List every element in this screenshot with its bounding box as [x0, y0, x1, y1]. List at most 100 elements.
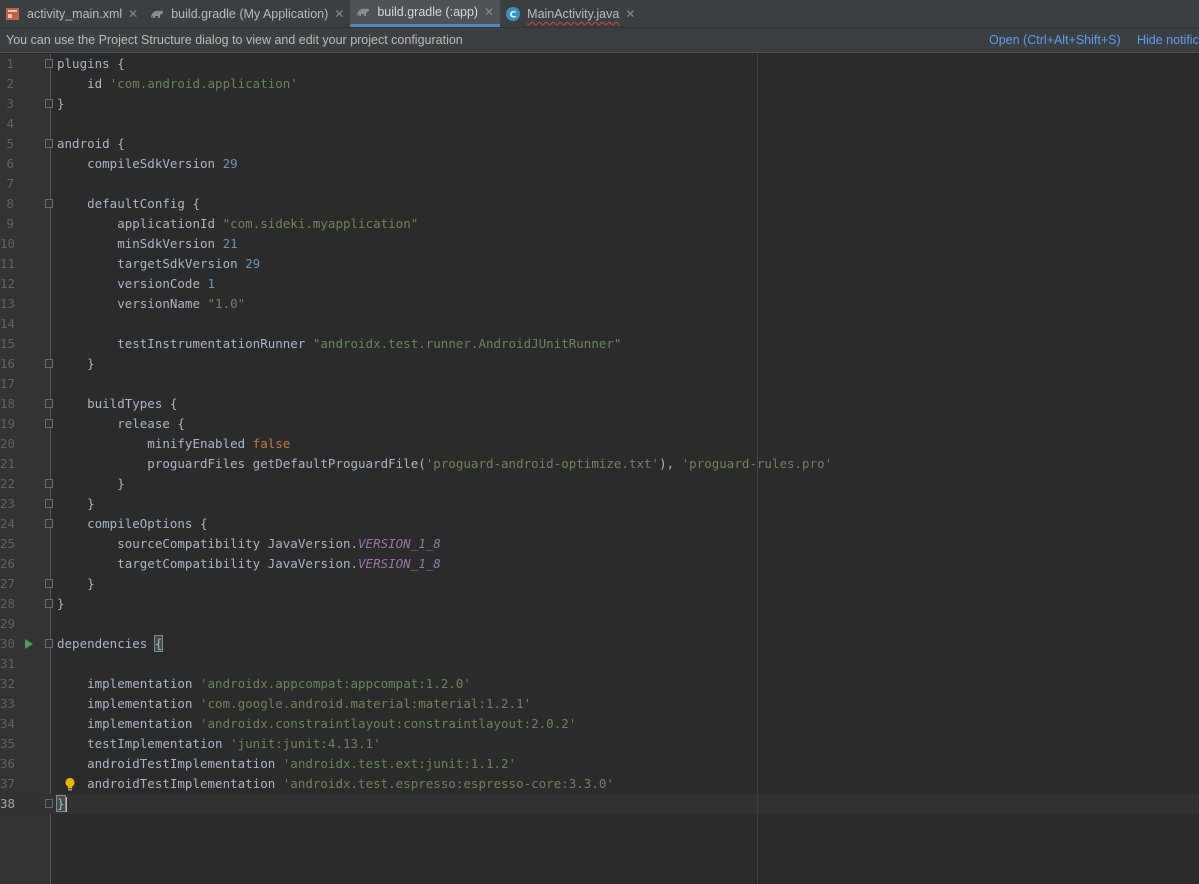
fold-marker-icon[interactable] [45, 479, 53, 488]
code-line: 27 } [0, 574, 1199, 594]
code-line: 17 [0, 374, 1199, 394]
code-text: versionCode 1 [57, 276, 216, 291]
tab-label: MainActivity.java [527, 6, 620, 21]
line-number: 1 [6, 56, 14, 71]
line-number: 13 [0, 296, 16, 311]
code-text: androidTestImplementation 'androidx.test… [57, 776, 614, 791]
tab-activity-main-xml[interactable]: activity_main.xml ✕ [0, 0, 144, 27]
tab-build-gradle-project[interactable]: build.gradle (My Application) ✕ [144, 0, 350, 27]
code-text: } [57, 596, 65, 611]
code-text: minifyEnabled false [57, 436, 291, 451]
code-line: 28} [0, 594, 1199, 614]
line-number: 35 [0, 736, 16, 751]
code-text: } [57, 96, 65, 111]
fold-marker-icon[interactable] [45, 359, 53, 368]
code-line: 16 } [0, 354, 1199, 374]
code-text: compileSdkVersion 29 [57, 156, 238, 171]
tab-build-gradle-app[interactable]: build.gradle (:app) ✕ [350, 0, 501, 27]
code-line: 8 defaultConfig { [0, 194, 1199, 214]
line-number: 15 [0, 336, 16, 351]
code-line: 34 implementation 'androidx.constraintla… [0, 714, 1199, 734]
fold-marker-icon[interactable] [45, 579, 53, 588]
code-text: sourceCompatibility JavaVersion.VERSION_… [57, 536, 441, 551]
line-number: 23 [0, 496, 16, 511]
line-number: 4 [6, 116, 14, 131]
code-text: } [56, 795, 67, 812]
gradle-icon [355, 4, 371, 20]
close-icon[interactable]: ✕ [625, 7, 635, 21]
code-line: 19 release { [0, 414, 1199, 434]
fold-marker-icon[interactable] [45, 199, 53, 208]
fold-marker-icon[interactable] [45, 419, 53, 428]
code-text: versionName "1.0" [57, 296, 246, 311]
hide-notification-link[interactable]: Hide notific [1137, 33, 1199, 47]
code-line: 11 targetSdkVersion 29 [0, 254, 1199, 274]
fold-marker-icon[interactable] [45, 139, 53, 148]
code-text: } [57, 496, 95, 511]
fold-marker-icon[interactable] [45, 499, 53, 508]
code-text: proguardFiles getDefaultProguardFile('pr… [57, 456, 833, 471]
code-text: testInstrumentationRunner "androidx.test… [57, 336, 622, 351]
code-line: 32 implementation 'androidx.appcompat:ap… [0, 674, 1199, 694]
line-number: 17 [0, 376, 16, 391]
line-number: 5 [6, 136, 14, 151]
code-text: implementation 'com.google.android.mater… [57, 696, 532, 711]
line-number: 21 [0, 456, 16, 471]
code-line: 30 dependencies { [0, 634, 1199, 654]
code-line: 5 android { [0, 134, 1199, 154]
fold-marker-icon[interactable] [45, 519, 53, 528]
editor-tab-bar: activity_main.xml ✕ build.gradle (My App… [0, 0, 1199, 28]
code-line: 4 [0, 114, 1199, 134]
code-line: 1 plugins { [0, 54, 1199, 74]
line-number: 20 [0, 436, 16, 451]
notification-bar: You can use the Project Structure dialog… [0, 28, 1199, 53]
fold-marker-icon[interactable] [45, 99, 53, 108]
tab-mainactivity-java[interactable]: C MainActivity.java ✕ [500, 0, 641, 27]
code-text: targetSdkVersion 29 [57, 256, 261, 271]
line-number: 12 [0, 276, 16, 291]
close-icon[interactable]: ✕ [128, 7, 138, 21]
fold-marker-icon[interactable] [45, 399, 53, 408]
gradle-icon [149, 6, 165, 22]
fold-marker-icon[interactable] [45, 799, 53, 808]
code-line: 21 proguardFiles getDefaultProguardFile(… [0, 454, 1199, 474]
code-text: implementation 'androidx.constraintlayou… [57, 716, 577, 731]
line-number: 37 [0, 776, 16, 791]
line-number: 24 [0, 516, 16, 531]
code-line: 22 } [0, 474, 1199, 494]
line-number: 10 [0, 236, 16, 251]
code-text: minSdkVersion 21 [57, 236, 238, 251]
open-project-structure-link[interactable]: Open (Ctrl+Alt+Shift+S) [989, 33, 1121, 47]
line-number: 18 [0, 396, 16, 411]
xml-layout-icon [5, 6, 21, 22]
code-editor[interactable]: 1 plugins { 2 id 'com.android.application'… [0, 54, 1199, 884]
code-text: id 'com.android.application' [57, 76, 298, 91]
close-icon[interactable]: ✕ [484, 5, 494, 19]
close-icon[interactable]: ✕ [334, 7, 344, 21]
line-number: 19 [0, 416, 16, 431]
fold-marker-icon[interactable] [45, 599, 53, 608]
code-text: implementation 'androidx.appcompat:appco… [57, 676, 471, 691]
code-line: 24 compileOptions { [0, 514, 1199, 534]
code-text: testImplementation 'junit:junit:4.13.1' [57, 736, 381, 751]
line-number: 3 [6, 96, 14, 111]
line-number: 36 [0, 756, 16, 771]
code-text: release { [57, 416, 185, 431]
line-number: 32 [0, 676, 16, 691]
code-line: 12 versionCode 1 [0, 274, 1199, 294]
line-number: 26 [0, 556, 16, 571]
fold-marker-icon[interactable] [45, 59, 53, 68]
code-line: 13 versionName "1.0" [0, 294, 1199, 314]
fold-marker-icon[interactable] [45, 639, 53, 648]
line-number: 28 [0, 596, 16, 611]
code-line: 18 buildTypes { [0, 394, 1199, 414]
code-line: 7 [0, 174, 1199, 194]
run-icon[interactable] [25, 639, 33, 649]
line-number: 2 [6, 76, 14, 91]
code-line: 25 sourceCompatibility JavaVersion.VERSI… [0, 534, 1199, 554]
line-number: 30 [0, 636, 16, 651]
line-number: 31 [0, 656, 16, 671]
code-line: 33 implementation 'com.google.android.ma… [0, 694, 1199, 714]
code-line: 35 testImplementation 'junit:junit:4.13.… [0, 734, 1199, 754]
tab-label: build.gradle (:app) [377, 5, 479, 19]
